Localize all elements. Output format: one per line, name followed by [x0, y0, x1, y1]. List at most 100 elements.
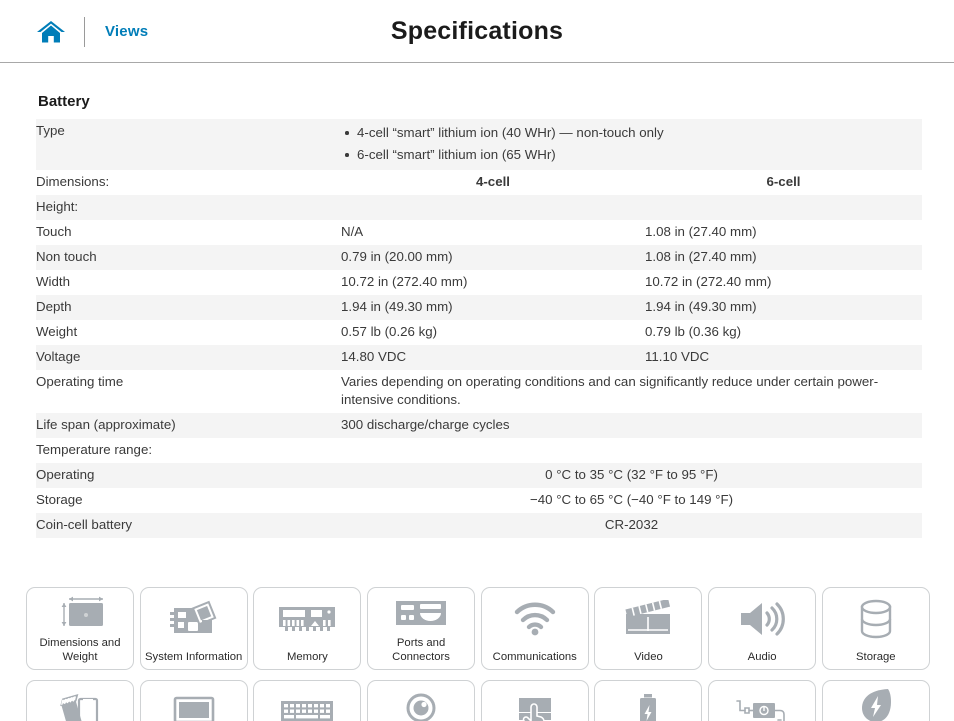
- tile-communications[interactable]: Communications: [480, 587, 589, 670]
- row-label: Non touch: [36, 249, 97, 264]
- row-label: Type: [36, 123, 65, 138]
- tile-label: Ports and Connectors: [392, 637, 450, 663]
- column-header-6cell: 6-cell: [766, 174, 801, 189]
- tile-label: Audio: [747, 650, 777, 663]
- row-value-6cell: 1.08 in (27.40 mm): [645, 249, 757, 264]
- table-row: Temperature range:: [36, 438, 922, 463]
- row-value-4cell: N/A: [341, 224, 364, 239]
- tile-battery[interactable]: Battery: [594, 680, 703, 721]
- row-value: CR-2032: [604, 517, 659, 532]
- table-row: Coin-cell battery CR-2032: [36, 513, 922, 538]
- row-value-4cell: 1.94 in (49.30 mm): [341, 299, 453, 314]
- ports-icon: [368, 588, 474, 637]
- tile-dimensions-and-weight[interactable]: Dimensions and Weight: [26, 587, 134, 670]
- tile-storage[interactable]: Storage: [821, 587, 930, 670]
- table-row: Dimensions: 4-cell 6-cell: [36, 170, 922, 195]
- monitor-icon: [141, 681, 247, 721]
- list-item: 4-cell “smart” lithium ion (40 WHr) — no…: [345, 122, 922, 144]
- tile-media-card-reader[interactable]: Media-card reader: [26, 680, 134, 721]
- row-value-6cell: 11.10 VDC: [645, 349, 710, 364]
- battery-icon: [595, 681, 701, 721]
- row-label: Life span (approximate): [36, 417, 176, 432]
- row-label: Coin-cell battery: [36, 517, 133, 532]
- table-row: Operating 0 °C to 35 °C (32 °F to 95 °F): [36, 463, 922, 488]
- tile-audio[interactable]: Audio: [708, 587, 817, 670]
- row-value-6cell: 1.08 in (27.40 mm): [645, 224, 757, 239]
- tile-label: Dimensions and Weight: [39, 637, 121, 663]
- page-title: Specifications: [390, 17, 564, 45]
- tile-label: Memory: [286, 650, 328, 663]
- wifi-icon: [482, 588, 588, 651]
- row-label: Dimensions:: [36, 174, 110, 189]
- tile-camera[interactable]: Camera: [367, 680, 476, 721]
- tile-video[interactable]: Video: [594, 587, 703, 670]
- table-row: Type 4-cell “smart” lithium ion (40 WHr)…: [36, 119, 922, 170]
- media-card-icon: [27, 681, 133, 721]
- tile-power-adapter[interactable]: Power Adapter: [708, 680, 817, 721]
- touchpad-hand-icon: [482, 681, 588, 721]
- row-label: Storage: [36, 492, 83, 507]
- row-label: Touch: [36, 224, 72, 239]
- clapperboard-icon: [595, 588, 701, 651]
- tile-touchpad[interactable]: Touchpad: [480, 680, 589, 721]
- navigation-tile-grid: Dimensions and Weight System Information…: [26, 587, 932, 721]
- column-header-4cell: 4-cell: [475, 174, 510, 189]
- row-label: Operating: [36, 467, 95, 482]
- tile-label: Communications: [492, 650, 577, 663]
- tile-keyboard[interactable]: Keyboard: [253, 680, 362, 721]
- row-value-4cell: 0.57 lb (0.26 kg): [341, 324, 438, 339]
- row-value-6cell: [645, 195, 922, 220]
- row-value-6cell: 10.72 in (272.40 mm): [645, 274, 772, 289]
- row-value-6cell: 1.94 in (49.30 mm): [645, 299, 757, 314]
- type-bullet-list: 4-cell “smart” lithium ion (40 WHr) — no…: [341, 122, 922, 166]
- laptop-dimensions-icon: [27, 588, 133, 637]
- row-value-4cell: 0.79 in (20.00 mm): [341, 249, 453, 264]
- tile-label: Video: [634, 650, 663, 663]
- table-row: Voltage 14.80 VDC 11.10 VDC: [36, 345, 922, 370]
- row-value: [341, 438, 922, 463]
- leaf-icon: [823, 681, 929, 721]
- list-item: 6-cell “smart” lithium ion (65 WHr): [345, 144, 922, 166]
- power-adapter-icon: [709, 681, 815, 721]
- speaker-icon: [709, 588, 815, 651]
- row-value-4cell: 14.80 VDC: [341, 349, 407, 364]
- row-value-4cell: 10.72 in (272.40 mm): [341, 274, 468, 289]
- row-label: Temperature range:: [36, 442, 153, 457]
- table-row: Operating time Varies depending on opera…: [36, 370, 922, 413]
- app-header: Views Specifications: [0, 0, 954, 63]
- tile-display[interactable]: Display: [139, 680, 248, 721]
- row-value: 4-cell “smart” lithium ion (40 WHr) — no…: [341, 119, 922, 170]
- battery-specification-table: Type 4-cell “smart” lithium ion (40 WHr)…: [36, 119, 922, 538]
- row-value: Varies depending on operating conditions…: [341, 374, 879, 407]
- row-value: 0 °C to 35 °C (32 °F to 95 °F): [545, 467, 718, 482]
- row-label: Width: [36, 274, 70, 289]
- database-cylinder-icon: [823, 588, 929, 651]
- tile-label: Storage: [856, 650, 896, 663]
- table-row: Weight 0.57 lb (0.26 kg) 0.79 lb (0.36 k…: [36, 320, 922, 345]
- row-value: 300 discharge/charge cycles: [341, 417, 510, 432]
- tile-system-information[interactable]: System Information: [139, 587, 248, 670]
- table-row: Life span (approximate) 300 discharge/ch…: [36, 413, 922, 438]
- row-label: Voltage: [36, 349, 81, 364]
- tile-ports-and-connectors[interactable]: Ports and Connectors: [367, 587, 476, 670]
- motherboard-icon: [141, 588, 247, 651]
- row-label: Weight: [36, 324, 78, 339]
- keyboard-icon: [254, 681, 360, 721]
- row-value-6cell: 0.79 lb (0.36 kg): [645, 324, 742, 339]
- tile-memory[interactable]: Memory: [253, 587, 362, 670]
- row-label: Operating time: [36, 374, 124, 389]
- row-value-4cell: [341, 195, 645, 220]
- table-row: Non touch 0.79 in (20.00 mm) 1.08 in (27…: [36, 245, 922, 270]
- table-row: Width 10.72 in (272.40 mm) 10.72 in (272…: [36, 270, 922, 295]
- tile-computer-environment[interactable]: Computer Environment: [821, 680, 930, 721]
- row-label: Height:: [36, 199, 79, 214]
- webcam-icon: [368, 681, 474, 721]
- table-row: Height:: [36, 195, 922, 220]
- section-title: Battery: [38, 93, 90, 110]
- table-row: Depth 1.94 in (49.30 mm) 1.94 in (49.30 …: [36, 295, 922, 320]
- table-row: Touch N/A 1.08 in (27.40 mm): [36, 220, 922, 245]
- tile-label: System Information: [145, 650, 243, 663]
- row-value: −40 °C to 65 °C (−40 °F to 149 °F): [529, 492, 734, 507]
- table-row: Storage −40 °C to 65 °C (−40 °F to 149 °…: [36, 488, 922, 513]
- memory-module-icon: [254, 588, 360, 651]
